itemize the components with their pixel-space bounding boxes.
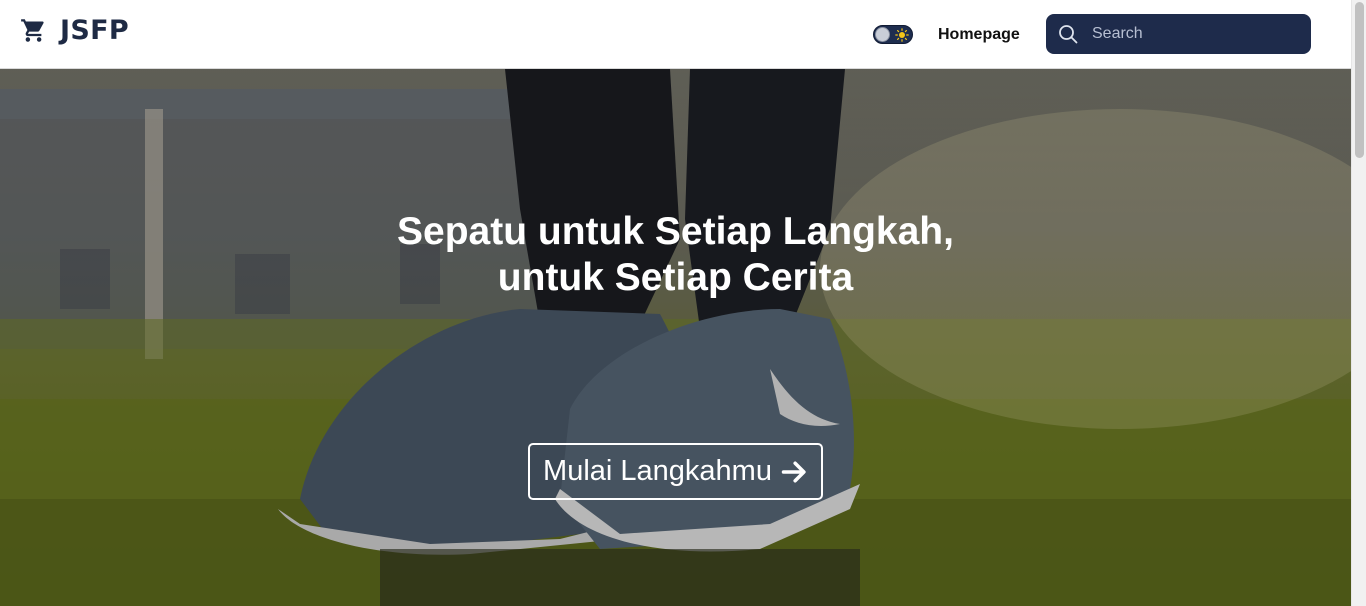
brand-name: JSFP [60,15,129,46]
hero-background-image [0,69,1351,606]
hero-title-line-2: untuk Setiap Cerita [497,256,854,299]
cart-icon [21,19,44,42]
search-icon[interactable] [1058,24,1078,44]
sun-icon [895,28,909,42]
page-scrollbar[interactable] [1351,0,1366,606]
start-step-button[interactable]: Mulai Langkahmu [528,443,823,500]
cta-label: Mulai Langkahmu [543,455,772,487]
theme-toggle[interactable] [873,25,913,44]
hero-title: Sepatu untuk Setiap Langkah, untuk Setia… [300,209,1051,301]
nav-link-homepage[interactable]: Homepage [938,25,1020,44]
navbar: JSFP Homepage [0,0,1351,69]
hero-title-line-1: Sepatu untuk Setiap Langkah, [397,210,954,253]
toggle-knob [875,27,890,42]
search-input[interactable] [1092,14,1302,54]
brand-link[interactable]: JSFP [20,17,129,44]
arrow-right-icon [781,461,806,482]
hero-section: Sepatu untuk Setiap Langkah, untuk Setia… [0,69,1351,606]
search-box [1046,14,1311,54]
scrollbar-thumb[interactable] [1355,2,1364,158]
